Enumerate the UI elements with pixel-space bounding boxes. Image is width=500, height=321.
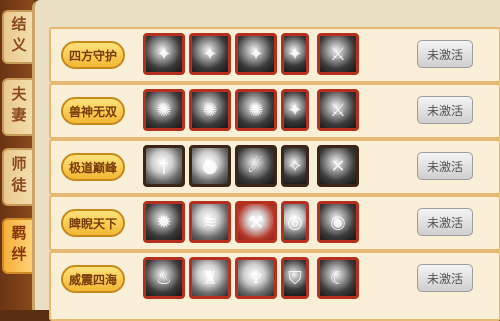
bond-name: 四方守护 — [61, 41, 125, 69]
burst-icon[interactable]: ✹ — [143, 201, 185, 243]
fire-ball-icon[interactable]: ☄ — [235, 145, 277, 187]
sword-icon[interactable]: † — [143, 145, 185, 187]
beast-head-icon[interactable]: ✺ — [143, 89, 185, 131]
dragon-head-icon[interactable]: ✦ — [235, 33, 277, 75]
orb-icon[interactable]: ● — [189, 145, 231, 187]
tab-fuqi[interactable]: 夫妻 — [2, 78, 34, 136]
bond-row: 极道巅峰 † ● ☄ ✧ ✕ 未激活 — [49, 139, 500, 195]
bond-row: 睥睨天下 ✹ ≋ ⚒ ◎ ◉ 未激活 — [49, 195, 500, 251]
bond-row: 威震四海 ♨ ♜ ♆ ⛉ ☾ 未激活 — [49, 251, 500, 321]
tab-label: 夫妻 — [9, 86, 28, 128]
flame-icon[interactable]: ♨ — [143, 257, 185, 299]
bond-name: 极道巅峰 — [61, 153, 125, 181]
fox-head-icon[interactable]: ✺ — [189, 89, 231, 131]
activate-button[interactable]: 未激活 — [417, 96, 473, 124]
bond-row: 四方守护 ✦ ✦ ✦ ✦ ⚔ 未激活 — [49, 27, 500, 83]
tab-label: 结义 — [9, 16, 28, 58]
dragon-head-icon[interactable]: ✦ — [143, 33, 185, 75]
statue-icon[interactable]: ♜ — [189, 257, 231, 299]
dragon-head-icon[interactable]: ✦ — [189, 33, 231, 75]
dragon-head-icon[interactable]: ✦ — [281, 33, 309, 75]
warrior-icon[interactable]: ⚔ — [317, 33, 359, 75]
bond-name: 睥睨天下 — [61, 209, 125, 237]
bond-name: 兽神无双 — [61, 97, 125, 125]
tab-jieyi[interactable]: 结义 — [2, 10, 34, 64]
dragon-head-icon[interactable]: ✦ — [281, 89, 309, 131]
bond-panel: 四方守护 ✦ ✦ ✦ ✦ ⚔ 未激活 兽神无双 ✺ ✺ ✺ ✦ ⚔ 未激活 极道… — [32, 0, 500, 321]
goblet-icon[interactable]: ♆ — [235, 257, 277, 299]
spiral-icon[interactable]: ◎ — [281, 201, 309, 243]
shield-icon[interactable]: ⛉ — [281, 257, 309, 299]
eye-icon[interactable]: ◉ — [317, 201, 359, 243]
activate-button[interactable]: 未激活 — [417, 152, 473, 180]
horn-icon[interactable]: ☾ — [317, 257, 359, 299]
activate-button[interactable]: 未激活 — [417, 208, 473, 236]
fan-icon[interactable]: ≋ — [189, 201, 231, 243]
blade-icon[interactable]: ✕ — [317, 145, 359, 187]
bond-name: 威震四海 — [61, 265, 125, 293]
hammer-icon[interactable]: ⚒ — [235, 201, 277, 243]
warrior-icon[interactable]: ⚔ — [317, 89, 359, 131]
tab-label: 羁绊 — [9, 225, 28, 267]
side-tab-bar: 结义 夫妻 师徒 羁绊 — [0, 0, 34, 310]
wolf-head-icon[interactable]: ✺ — [235, 89, 277, 131]
activate-button[interactable]: 未激活 — [417, 40, 473, 68]
tab-jiban[interactable]: 羁绊 — [2, 218, 34, 274]
wing-icon[interactable]: ✧ — [281, 145, 309, 187]
tab-label: 师徒 — [9, 156, 28, 198]
tab-shitu[interactable]: 师徒 — [2, 148, 34, 206]
activate-button[interactable]: 未激活 — [417, 264, 473, 292]
bond-row: 兽神无双 ✺ ✺ ✺ ✦ ⚔ 未激活 — [49, 83, 500, 139]
